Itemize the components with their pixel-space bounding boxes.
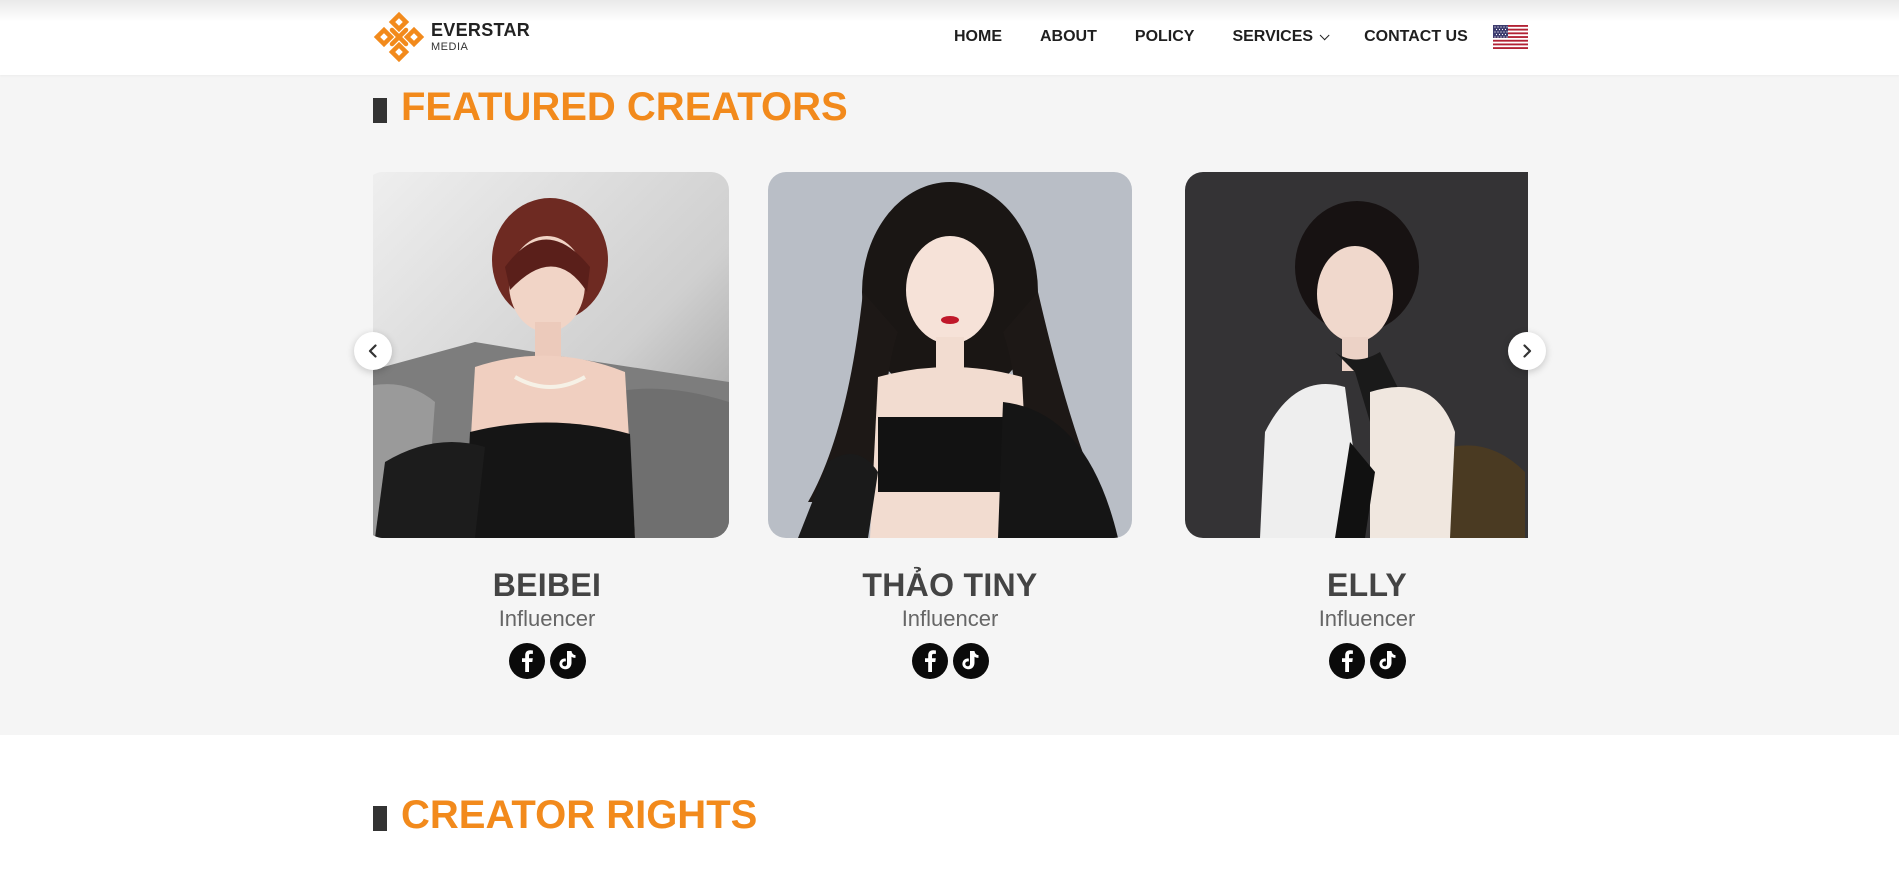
creator-name: ELLY	[1326, 567, 1408, 603]
carousel-prev-button[interactable]	[354, 332, 392, 370]
creator-name: BEIBEI	[492, 567, 602, 603]
tiktok-icon[interactable]	[549, 643, 586, 679]
creator-portrait-image	[768, 172, 1132, 538]
site-header: EVERSTAR MEDIA HOME ABOUT POLICY SERVICE…	[0, 0, 1899, 75]
main-nav: HOME ABOUT POLICY SERVICES CONTACT US	[954, 26, 1468, 48]
creator-role: Influencer	[498, 606, 596, 631]
creator-role: Influencer	[1318, 606, 1416, 631]
title-bar-decoration	[373, 98, 387, 123]
creator-socials	[373, 643, 729, 679]
brand-name: EVERSTAR	[431, 20, 531, 40]
creator-portrait-image	[1185, 172, 1528, 538]
everstar-logo-icon	[373, 11, 425, 63]
creator-card[interactable]: BEIBEI Influencer	[373, 172, 729, 679]
facebook-icon[interactable]	[911, 643, 948, 679]
rights-title-text: CREATOR RIGHTS	[401, 793, 758, 837]
creator-name: THẢO TINY	[862, 567, 1038, 603]
brand-sub: MEDIA	[431, 41, 469, 53]
creator-photo[interactable]	[1185, 172, 1528, 538]
creator-card[interactable]: ELLY Influencer	[1185, 172, 1528, 679]
chevron-down-icon	[1319, 29, 1330, 40]
creator-portrait-image	[373, 172, 729, 538]
nav-services-label: SERVICES	[1232, 28, 1314, 45]
nav-home[interactable]: HOME	[954, 28, 1002, 46]
carousel-next-button[interactable]	[1508, 332, 1546, 370]
creator-card[interactable]: THẢO TINY Influencer	[768, 172, 1132, 679]
nav-about[interactable]: ABOUT	[1040, 28, 1097, 46]
featured-title-text: FEATURED CREATORS	[401, 85, 848, 129]
chevron-right-icon	[1523, 344, 1532, 358]
nav-services[interactable]: SERVICES	[1232, 28, 1330, 46]
title-bar-decoration	[373, 806, 387, 831]
creators-carousel[interactable]: BEIBEI Influencer THẢO TINY Influencer E…	[373, 172, 1528, 692]
creator-rights-section: CREATOR RIGHTS	[0, 735, 1899, 875]
tiktok-icon[interactable]	[952, 643, 989, 679]
facebook-icon[interactable]	[1328, 643, 1365, 679]
featured-title: FEATURED CREATORS	[373, 85, 848, 130]
us-flag-icon[interactable]	[1493, 25, 1528, 49]
rights-title: CREATOR RIGHTS	[373, 793, 757, 838]
creator-socials	[1185, 643, 1528, 679]
creator-role: Influencer	[901, 606, 999, 631]
brand-logo[interactable]: EVERSTAR MEDIA	[373, 11, 530, 63]
creator-photo[interactable]	[373, 172, 729, 538]
nav-policy[interactable]: POLICY	[1135, 28, 1195, 46]
nav-contact-us[interactable]: CONTACT US	[1364, 28, 1468, 46]
creator-socials	[768, 643, 1132, 679]
creator-photo[interactable]	[768, 172, 1132, 538]
facebook-icon[interactable]	[508, 643, 545, 679]
tiktok-icon[interactable]	[1369, 643, 1406, 679]
chevron-left-icon	[368, 344, 377, 358]
